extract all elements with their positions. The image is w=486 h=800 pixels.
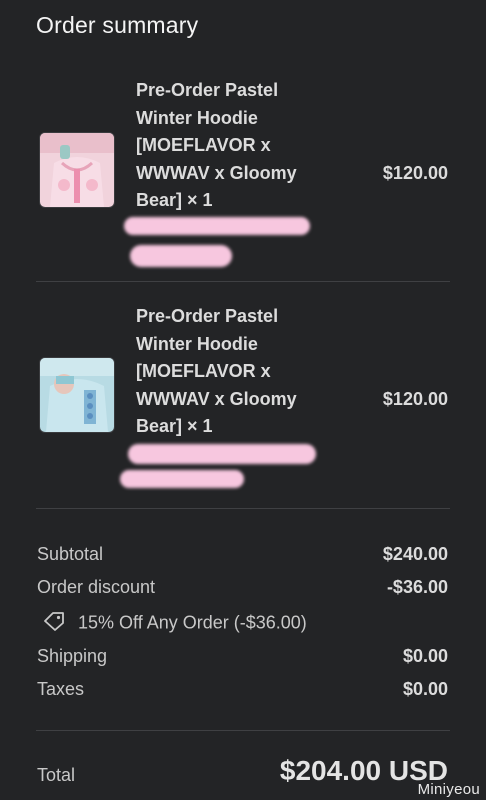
item-price: $120.00 — [382, 163, 448, 183]
watermark-text: Miniyeou — [417, 781, 480, 798]
redaction-mark — [124, 217, 310, 235]
taxes-value: $0.00 — [402, 679, 448, 699]
shipping-value: $0.00 — [402, 646, 448, 666]
line-item: Pre-Order Pastel Winter Hoodie [MOEFLAVO… — [36, 301, 450, 501]
discount-code-line: 15% Off Any Order (-$36.00) — [42, 611, 307, 636]
total-label: Total — [37, 765, 76, 785]
taxes-label: Taxes — [37, 679, 85, 699]
redaction-mark — [130, 245, 232, 267]
divider — [36, 730, 450, 731]
divider — [36, 281, 450, 282]
subtotal-label: Subtotal — [37, 544, 104, 564]
product-thumbnail[interactable] — [39, 357, 115, 433]
discount-value: -$36.00 — [386, 577, 448, 597]
item-name: Pre-Order Pastel Winter Hoodie [MOEFLAVO… — [136, 306, 297, 436]
discount-code-text: 15% Off Any Order (-$36.00) — [78, 612, 307, 633]
subtotal-value: $240.00 — [382, 544, 448, 564]
item-name: Pre-Order Pastel Winter Hoodie [MOEFLAVO… — [136, 80, 297, 210]
blue-hoodie-image — [40, 358, 114, 432]
divider — [36, 508, 450, 509]
pink-hoodie-image — [40, 133, 114, 207]
redaction-mark — [120, 470, 244, 488]
discount-label: Order discount — [37, 577, 156, 597]
order-summary-title: Order summary — [36, 12, 199, 38]
redaction-mark — [128, 444, 316, 464]
tag-icon — [42, 611, 66, 636]
line-item: Pre-Order Pastel Winter Hoodie [MOEFLAVO… — [36, 75, 450, 275]
shipping-label: Shipping — [37, 646, 108, 666]
product-thumbnail[interactable] — [39, 132, 115, 208]
item-price: $120.00 — [382, 389, 448, 409]
